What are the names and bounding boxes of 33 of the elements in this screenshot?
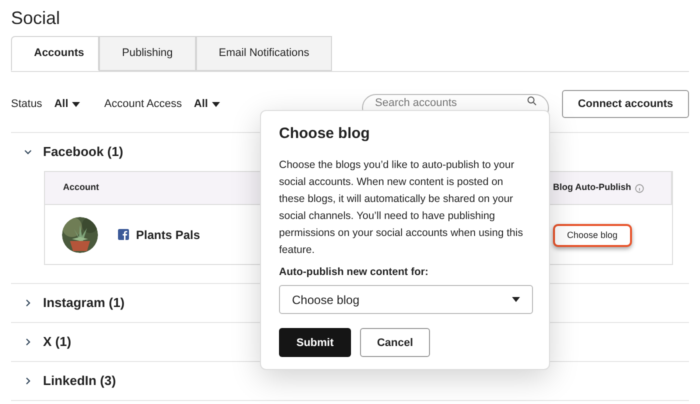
tab[interactable]: Email Notifications xyxy=(196,36,332,71)
caret-icon xyxy=(72,102,80,106)
search-icon xyxy=(527,96,537,106)
column-header: Blog Auto-Publish xyxy=(553,181,632,194)
blog-select[interactable]: Choose blog xyxy=(279,285,533,314)
caret-icon xyxy=(512,297,520,302)
submit-button[interactable]: Submit xyxy=(279,328,351,358)
filter-label: Account Access xyxy=(104,96,182,112)
account-name: Plants Pals xyxy=(136,226,200,244)
facebook-icon xyxy=(118,229,129,240)
tab[interactable]: Accounts xyxy=(11,36,99,71)
field-label: Auto-publish new content for: xyxy=(279,264,428,280)
chevron-down-icon[interactable] xyxy=(23,147,33,157)
info-icon[interactable] xyxy=(635,184,644,192)
tab[interactable]: Publishing xyxy=(99,36,196,71)
connect-accounts-button[interactable]: Connect accounts xyxy=(562,90,689,118)
network-heading[interactable]: Instagram (1) xyxy=(43,293,125,313)
filter-dropdown[interactable]: All xyxy=(54,96,80,112)
filter-dropdown[interactable]: All xyxy=(194,96,220,112)
page-title: Social xyxy=(11,7,60,30)
popover-description: Choose the blogs you’d like to auto-publish to your social accounts. When new content is posted on these blogs, it will automatically be shared on your social channels. You’ll need to have publishing permissions on your social accounts when using this feature. xyxy=(279,158,524,258)
chevron-right-icon[interactable] xyxy=(23,337,33,347)
chevron-right-icon[interactable] xyxy=(23,376,33,386)
caret-icon xyxy=(212,102,220,106)
chevron-right-icon[interactable] xyxy=(23,298,33,308)
cancel-button[interactable]: Cancel xyxy=(360,328,430,358)
network-heading[interactable]: Facebook (1) xyxy=(43,142,124,162)
choose-blog-button[interactable]: Choose blog xyxy=(553,224,632,248)
column-header: Account xyxy=(62,181,99,194)
popover-title: Choose blog xyxy=(279,124,370,144)
network-heading[interactable]: X (1) xyxy=(43,332,72,352)
network-heading[interactable]: LinkedIn (3) xyxy=(43,371,116,391)
filter-label: Status xyxy=(11,96,42,112)
